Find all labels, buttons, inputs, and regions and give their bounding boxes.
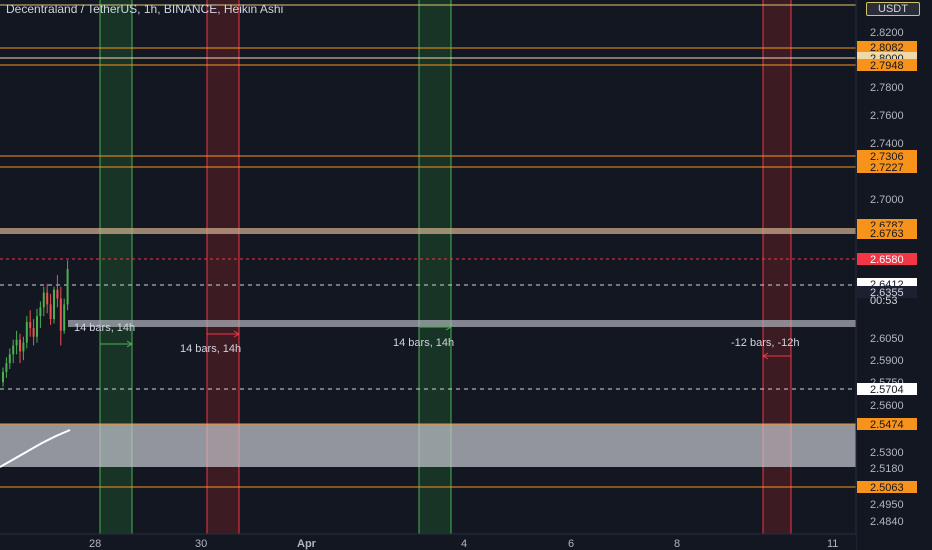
price-label: 2.5704 [857, 383, 917, 396]
price-tick: 2.5600 [870, 400, 904, 412]
candle-body [22, 342, 25, 352]
price-tick: 2.5180 [870, 463, 904, 475]
candle[interactable] [12, 339, 15, 364]
price-tick: 2.7000 [870, 194, 904, 206]
price-tick: 2.6050 [870, 333, 904, 345]
support-zone[interactable] [0, 424, 856, 467]
candle-body [5, 363, 8, 372]
candle-body [56, 289, 59, 299]
candle[interactable] [2, 367, 4, 387]
candle[interactable] [5, 357, 8, 378]
candle-body [15, 339, 18, 346]
candle[interactable] [59, 286, 62, 346]
price-label: 2.5474 [857, 418, 917, 431]
candle-body [63, 304, 66, 331]
bars-label: 14 bars, 14h [74, 322, 135, 334]
candle[interactable] [25, 316, 28, 349]
candle-body [53, 289, 55, 320]
candle-body [46, 292, 49, 305]
candles [2, 260, 69, 387]
price-tick: 2.5900 [870, 355, 904, 367]
price-tick: 2.4840 [870, 516, 904, 528]
candle[interactable] [39, 301, 42, 328]
price-label: 2.5063 [857, 481, 917, 494]
candle[interactable] [36, 308, 38, 343]
time-axis-bg [0, 534, 856, 550]
bars-label: -12 bars, -12h [731, 337, 799, 349]
candle[interactable] [63, 298, 66, 334]
candle[interactable] [8, 348, 11, 370]
candle-body [2, 371, 4, 383]
price-label-text: 2.6763 [870, 228, 904, 240]
price-tick: 2.5300 [870, 447, 904, 459]
candle-body [32, 327, 35, 337]
candle[interactable] [22, 336, 25, 361]
candle-body [25, 322, 28, 343]
candle[interactable] [19, 333, 21, 364]
time-axis[interactable]: 28 30 Apr 4 6 8 11 [0, 533, 856, 550]
price-label-text: 2.7948 [870, 60, 904, 72]
countdown-timer: 00:53 [870, 295, 898, 307]
price-tick: 2.7400 [870, 138, 904, 150]
candle[interactable] [49, 294, 52, 325]
candle[interactable] [56, 275, 59, 308]
price-label-text: 2.6580 [870, 254, 904, 266]
candle[interactable] [32, 319, 35, 346]
resistance-zone[interactable] [0, 228, 856, 234]
time-label: 28 [89, 538, 101, 550]
candle[interactable] [66, 260, 69, 311]
candle-body [66, 269, 69, 305]
time-label: 6 [568, 538, 574, 550]
candle-body [12, 345, 15, 355]
candle[interactable] [42, 286, 45, 317]
candle[interactable] [15, 330, 18, 355]
candle[interactable] [46, 283, 49, 314]
candle[interactable] [53, 286, 55, 324]
candle-body [29, 322, 32, 328]
price-label: 2.7227 [857, 161, 917, 174]
bars-label: 14 bars, 14h [393, 337, 454, 349]
candle-body [39, 307, 42, 317]
bars-label: 14 bars, 14h [180, 343, 241, 355]
price-tick: 2.4950 [870, 499, 904, 511]
price-chart[interactable]: 14 bars, 14h 14 bars, 14h 14 bars, 14h -… [0, 0, 932, 550]
price-label-text: 2.5704 [870, 384, 904, 396]
price-label: 2.6580 [857, 253, 917, 266]
candle-body [42, 292, 45, 308]
symbol-title[interactable]: Decentraland / TetherUS, 1h, BINANCE, He… [6, 2, 283, 16]
candle-body [49, 304, 52, 320]
consolidation-zone[interactable] [68, 320, 856, 327]
time-label: 11 [827, 538, 838, 550]
price-label-text: 2.7227 [870, 162, 904, 174]
price-label-text: 2.5474 [870, 419, 904, 431]
candle-body [59, 298, 62, 331]
time-label: 8 [674, 538, 680, 550]
price-label-text: 2.5063 [870, 482, 904, 494]
candle-body [19, 339, 21, 352]
price-label: 2.7948 [857, 59, 917, 72]
currency-button[interactable]: USDT [866, 2, 920, 16]
price-tick: 2.7800 [870, 82, 904, 94]
candle-body [36, 316, 38, 337]
time-label: 4 [461, 538, 467, 550]
time-label: Apr [297, 538, 317, 550]
price-tick: 2.8200 [870, 27, 904, 39]
price-axis[interactable]: 2.8200 2.7800 2.7600 2.7400 2.7000 2.6050 2.59… [855, 0, 932, 550]
price-tick: 2.7600 [870, 110, 904, 122]
candle-body [8, 354, 11, 364]
time-label: 30 [195, 538, 207, 550]
price-label: 2.6763 [857, 227, 917, 240]
candle[interactable] [29, 310, 32, 337]
